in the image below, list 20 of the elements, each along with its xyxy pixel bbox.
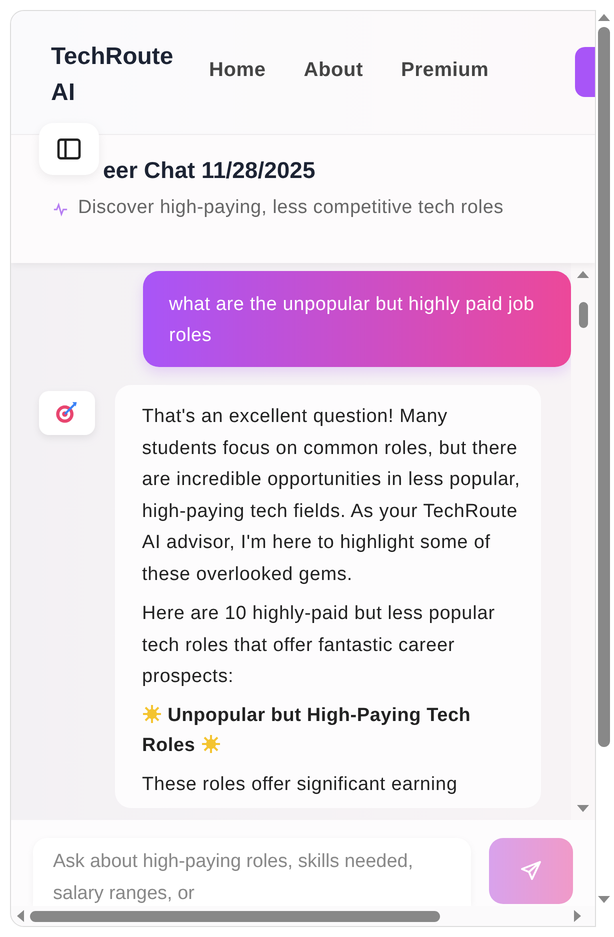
message-text: Here are 10 highly-paid but less popular tech roles that offer fantastic career prospects: [142,602,496,689]
chat-subtitle: Discover high-paying, less competitive tech roles [78,196,504,220]
nav-button[interactable] [575,47,595,97]
send-button[interactable] [489,838,573,904]
message-text: what are the unpopular but highly paid job roles [169,293,536,348]
send-icon [519,859,543,883]
message-text: That's an excellent question! Many students focus on common roles, but there are incredible opportunities in less popular, high-paying tech fields. As your TechRoute AI advisor, I'm here to highlight some of these overlooked gems. [142,405,521,586]
message-heading: Unpopular but High-Paying Tech Roles [142,702,472,758]
pulse-icon [53,202,68,217]
nav-link[interactable]: Home [209,59,266,82]
sun-icon [142,704,162,724]
chat-title: eer Chat 11/28/2025 [103,157,316,184]
message-input[interactable]: Ask about high-paying roles, skills needed, salary ranges, or [33,838,471,906]
message-text: These roles offer significant earning [142,772,458,796]
scrollbar[interactable] [571,263,595,820]
logo[interactable]: TechRoute AI [51,39,201,111]
sun-icon [200,734,221,754]
nav-link[interactable]: About [304,59,364,82]
nav-link[interactable]: Premium [401,59,489,82]
sidebar-toggle[interactable] [39,123,99,175]
